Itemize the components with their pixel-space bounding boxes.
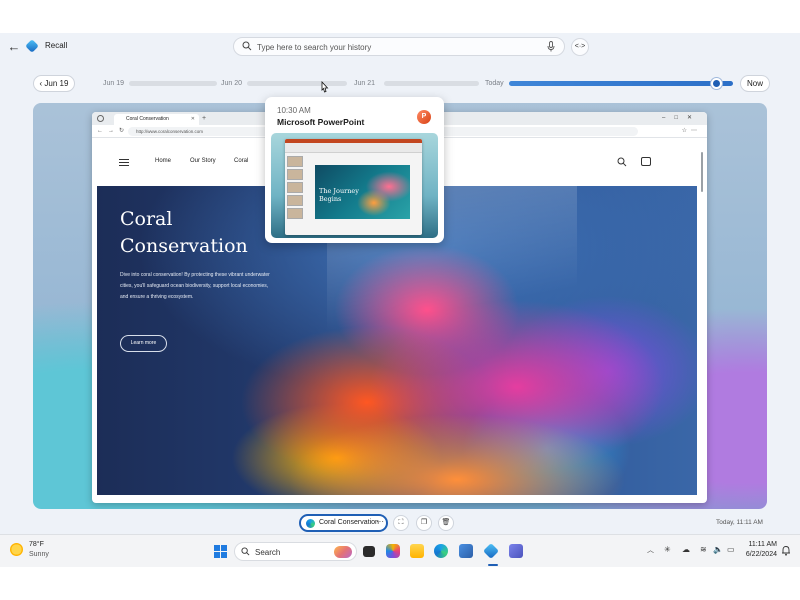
task-view-icon[interactable]	[363, 546, 375, 557]
copy-icon[interactable]: ❐	[416, 515, 432, 531]
edge-icon[interactable]	[434, 544, 448, 558]
chevron-up-icon[interactable]: ︿	[647, 545, 654, 555]
mouse-cursor-icon	[321, 81, 329, 93]
notification-bell-icon[interactable]	[781, 545, 791, 556]
snapshot-timestamp: Today, 11:11 AM	[716, 519, 763, 526]
recall-taskbar-icon[interactable]	[483, 543, 499, 559]
timeline-label-jun20: Jun 20	[221, 80, 243, 87]
timeline-hover-preview[interactable]: 10:30 AM Microsoft PowerPoint P The Jour…	[265, 97, 444, 243]
close-icon[interactable]: ✕	[191, 114, 195, 125]
taskbar: 78°F Sunny Search ︿ ✳ ☁ ≋ 🔈 ▭ 11:11 AM 6…	[0, 534, 800, 567]
timeline-back-label: Jun 19	[44, 79, 69, 88]
cloud-icon[interactable]: ☁	[682, 545, 690, 554]
edge-icon	[306, 519, 315, 528]
preview-time: 10:30 AM	[277, 106, 311, 115]
app-title: Recall	[45, 41, 68, 50]
window-controls[interactable]: –□✕	[662, 114, 701, 121]
snapshot-app-chip[interactable]: Coral Conservation ···	[299, 514, 388, 532]
battery-icon[interactable]: ▭	[727, 545, 735, 554]
delete-icon[interactable]: 🗑	[438, 515, 454, 531]
recall-window: ← Recall Type here to search your histor…	[0, 33, 800, 567]
weather-temperature[interactable]: 78°F	[29, 541, 44, 548]
active-app-indicator	[488, 564, 498, 566]
weather-condition[interactable]: Sunny	[29, 551, 49, 558]
browser-tab[interactable]: Coral Conservation ✕	[114, 114, 199, 125]
powerpoint-window: The Journey Begins	[285, 139, 422, 235]
timeline-label-jun19: Jun 19	[103, 80, 125, 87]
scrollbar[interactable]	[701, 152, 703, 192]
chip-label: Coral Conservation	[319, 519, 379, 526]
store-icon[interactable]	[459, 544, 473, 558]
windows-start-icon[interactable]	[214, 545, 227, 558]
timeline-segment[interactable]	[384, 81, 479, 86]
hero-description: Dive into coral conservation! By protect…	[120, 272, 270, 300]
timeline-label-today: Today	[485, 80, 504, 87]
nav-link-our-story[interactable]: Our Story	[190, 158, 216, 164]
learn-more-button[interactable]: Learn more	[120, 335, 167, 352]
file-explorer-icon[interactable]	[410, 544, 424, 558]
taskbar-search[interactable]: Search	[234, 542, 357, 561]
nav-link-coral[interactable]: Coral	[234, 158, 248, 164]
search-icon	[242, 41, 252, 51]
browser-toolbar-icons[interactable]: ☆⋯	[682, 127, 701, 134]
code-view-button[interactable]: <·>	[571, 38, 589, 56]
taskbar-search-label: Search	[255, 548, 281, 557]
copilot-icon[interactable]	[386, 544, 400, 558]
wifi-icon[interactable]: ≋	[700, 545, 707, 554]
teams-icon[interactable]	[509, 544, 523, 558]
screenshot-icon[interactable]: ⛶	[393, 515, 409, 531]
chat-icon[interactable]	[641, 157, 651, 166]
ribbon	[285, 139, 422, 153]
search-icon[interactable]	[617, 157, 627, 167]
powerpoint-icon: P	[417, 110, 431, 124]
timeline-label-jun21: Jun 21	[354, 80, 376, 87]
back-arrow-icon[interactable]: ←	[7, 40, 21, 54]
slide-title: The Journey Begins	[319, 187, 359, 203]
timeline-today-track[interactable]	[509, 81, 733, 86]
timeline-slider-thumb[interactable]	[711, 78, 723, 89]
profile-icon[interactable]	[97, 115, 104, 122]
microphone-icon[interactable]	[547, 41, 555, 52]
copilot-tray-icon[interactable]: ✳	[664, 545, 671, 554]
timeline-back-button[interactable]: ‹ Jun 19	[33, 75, 75, 92]
slide-thumbnails	[287, 156, 305, 232]
browser-nav-icons[interactable]: ←→↻	[97, 127, 129, 134]
history-search-box[interactable]: Type here to search your history	[233, 37, 565, 56]
new-tab-icon[interactable]: +	[202, 114, 206, 124]
nav-link-home[interactable]: Home	[155, 158, 171, 164]
preview-app-name: Microsoft PowerPoint	[277, 117, 365, 127]
clock-time[interactable]: 11:11 AM	[747, 541, 777, 548]
menu-icon[interactable]	[119, 159, 129, 166]
search-input[interactable]: Type here to search your history	[257, 43, 371, 52]
timeline-segment[interactable]	[247, 81, 347, 86]
now-button[interactable]: Now	[740, 75, 770, 92]
timeline-segment[interactable]	[129, 81, 217, 86]
more-options-icon[interactable]: ···	[376, 517, 384, 526]
slide-canvas: The Journey Begins	[315, 165, 410, 219]
volume-icon[interactable]: 🔈	[713, 545, 723, 554]
preview-thumbnail[interactable]: The Journey Begins	[271, 133, 438, 238]
search-icon	[241, 547, 250, 556]
search-highlight-icon	[334, 546, 352, 558]
recall-logo-icon	[25, 39, 39, 53]
browser-tab-title: Coral Conservation	[126, 116, 169, 122]
clock-date[interactable]: 6/22/2024	[737, 551, 777, 558]
sun-icon[interactable]	[10, 543, 23, 556]
